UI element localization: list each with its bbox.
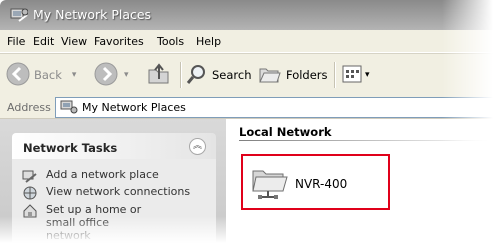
- back-label: Back: [34, 68, 62, 82]
- task-label: Add a network place: [46, 168, 159, 181]
- search-icon: [186, 63, 208, 88]
- content-pane: Local Network NVR-400: [227, 119, 496, 246]
- address-bar: Address My Network Places: [0, 96, 496, 119]
- network-tasks-header[interactable]: Network Tasks ︽: [12, 133, 216, 159]
- menu-help[interactable]: Help: [196, 35, 221, 48]
- back-button[interactable]: Back ▾: [6, 54, 76, 96]
- forward-arrow-icon: [94, 62, 118, 89]
- address-field[interactable]: My Network Places: [55, 97, 496, 118]
- network-places-icon: [10, 7, 29, 26]
- section-divider: [239, 140, 496, 141]
- folders-icon: [258, 63, 282, 88]
- network-places-icon: [60, 100, 78, 118]
- toolbar-separator: [334, 62, 336, 88]
- search-label: Search: [212, 68, 252, 82]
- collapse-chevron-icon[interactable]: ︽: [189, 138, 206, 155]
- forward-button[interactable]: ▾: [94, 54, 129, 96]
- menu-edit[interactable]: Edit: [33, 35, 54, 48]
- address-value: My Network Places: [82, 101, 186, 114]
- task-pane: Network Tasks ︽ Add a network place View…: [0, 119, 226, 246]
- up-folder-icon: [146, 62, 172, 89]
- network-tasks-panel: Network Tasks ︽ Add a network place View…: [12, 133, 216, 246]
- folders-button[interactable]: Folders: [258, 54, 328, 96]
- network-folder-icon[interactable]: [249, 161, 289, 204]
- forward-dropdown-icon[interactable]: ▾: [124, 70, 129, 80]
- add-network-place-icon: [22, 168, 38, 184]
- folders-label: Folders: [286, 68, 328, 82]
- title-bar[interactable]: My Network Places: [0, 0, 496, 30]
- window-title: My Network Places: [33, 7, 152, 22]
- home-network-icon: [22, 203, 38, 219]
- menu-file[interactable]: File: [7, 35, 25, 48]
- network-item-label[interactable]: NVR-400: [295, 177, 347, 191]
- task-setup-home-network[interactable]: Set up a home or small office network: [22, 203, 212, 242]
- task-label: Set up a home or small office network: [46, 203, 142, 242]
- toolbar: Back ▾ ▾ Search Folders ▾: [0, 53, 496, 97]
- section-title: Local Network: [239, 125, 332, 139]
- task-label: View network connections: [46, 185, 191, 198]
- menu-view[interactable]: View: [61, 35, 87, 48]
- views-dropdown-icon[interactable]: ▾: [365, 70, 370, 80]
- network-tasks-body: Add a network place View network connect…: [12, 159, 216, 246]
- menu-bar: File Edit View Favorites Tools Help: [0, 30, 496, 53]
- task-add-network-place[interactable]: Add a network place: [22, 168, 159, 184]
- task-view-network-connections[interactable]: View network connections: [22, 185, 190, 201]
- views-button[interactable]: ▾: [342, 54, 370, 96]
- back-arrow-icon: [6, 62, 30, 89]
- address-label: Address: [7, 101, 51, 114]
- toolbar-separator: [180, 62, 182, 88]
- network-connections-icon: [22, 185, 38, 201]
- menu-tools[interactable]: Tools: [157, 35, 184, 48]
- views-icon: [342, 65, 362, 86]
- up-button[interactable]: [146, 54, 172, 96]
- search-button[interactable]: Search: [186, 54, 252, 96]
- explorer-window: My Network Places File Edit View Favorit…: [0, 0, 496, 246]
- network-tasks-title: Network Tasks: [23, 141, 118, 155]
- menu-favorites[interactable]: Favorites: [94, 35, 144, 48]
- back-dropdown-icon[interactable]: ▾: [72, 70, 77, 80]
